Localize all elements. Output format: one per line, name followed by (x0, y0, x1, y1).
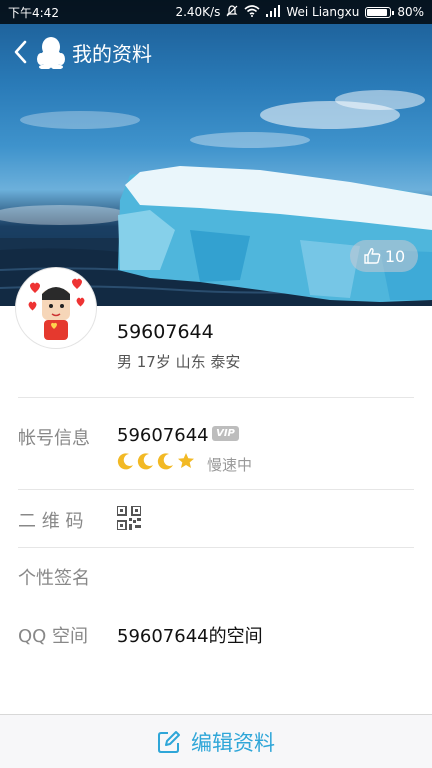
moon-icon (117, 453, 133, 470)
account-info-label: 帐号信息 (18, 428, 90, 449)
profile-info: 男 17岁 山东 泰安 (117, 353, 241, 371)
edit-profile-button[interactable]: 编辑资料 (0, 714, 432, 768)
edit-icon (158, 730, 180, 753)
profile-name: 59607644 (117, 321, 214, 343)
divider (18, 489, 414, 490)
moon-icon (157, 453, 173, 470)
battery-icon (365, 6, 395, 18)
vip-badge: VIP (212, 426, 239, 441)
like-count: 10 (384, 246, 406, 266)
wifi-icon (244, 4, 260, 20)
title-bar: 我的资料 (0, 24, 432, 80)
signal-icon (266, 4, 281, 20)
avatar-image (18, 270, 94, 346)
back-button[interactable] (4, 24, 36, 80)
qq-penguin-icon (36, 35, 66, 70)
qr-code-icon[interactable] (116, 505, 142, 531)
network-speed: 2.40K/s (175, 5, 221, 19)
battery-level: 80% (397, 5, 424, 19)
status-bar: 下午4:42 2.40K/s Wei Liangxu 80% (0, 0, 432, 24)
status-time: 下午4:42 (8, 5, 59, 20)
account-number: 59607644 (117, 425, 209, 446)
page-title: 我的资料 (72, 41, 152, 66)
qzone-link[interactable]: 59607644的空间 (117, 622, 263, 648)
avatar[interactable] (16, 268, 96, 348)
thumbs-up-icon (364, 248, 381, 264)
divider (18, 397, 414, 398)
mute-icon (226, 4, 238, 20)
signature-label: 个性签名 (18, 568, 90, 589)
qrcode-label: 二 维 码 (18, 511, 84, 532)
chevron-left-icon (14, 40, 27, 64)
speed-status: 慢速中 (207, 456, 253, 474)
divider (18, 547, 414, 548)
edit-profile-label: 编辑资料 (191, 730, 275, 755)
star-icon (178, 453, 194, 468)
carrier-name: Wei Liangxu (286, 5, 360, 19)
qzone-label: QQ 空间 (18, 626, 89, 647)
like-button[interactable]: 10 (350, 240, 418, 272)
level-icons (117, 452, 195, 470)
moon-icon (137, 453, 153, 470)
